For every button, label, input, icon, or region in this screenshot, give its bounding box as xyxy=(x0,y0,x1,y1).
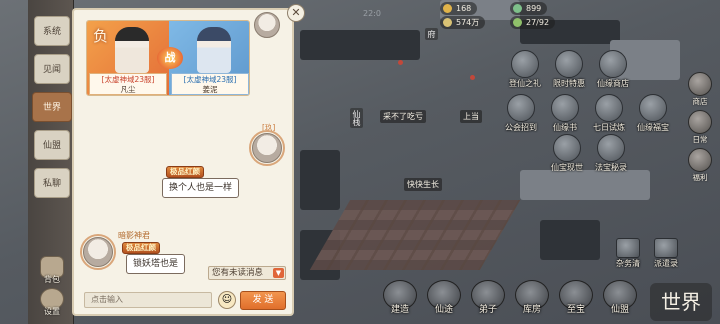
player-left-plate: [太虚神域23服] 凡尘 xyxy=(89,73,167,95)
resource-spirit-stone: 574万 xyxy=(440,16,486,29)
notice-sign[interactable]: 上当 xyxy=(460,110,482,123)
spirit-stone-icon xyxy=(443,18,452,27)
event-button-artifact[interactable]: 仙宝现世 xyxy=(544,134,590,173)
player-right-name: 姜泥 xyxy=(202,85,218,94)
chat-input[interactable]: 点击输入 xyxy=(84,292,212,308)
event-button-treasure[interactable]: 仙缘福宝 xyxy=(630,94,676,133)
shop-icon xyxy=(688,72,712,96)
chat-message-bubble: 换个人也是一样 xyxy=(162,178,240,198)
inn-label[interactable]: 仙栈 xyxy=(350,108,363,128)
scroll-icon xyxy=(597,134,625,162)
nav-treasure[interactable]: 至宝 xyxy=(554,280,598,323)
event-button-guild[interactable]: 公会招到 xyxy=(498,94,544,133)
board-dispatch[interactable]: 派遣录 xyxy=(646,238,686,269)
lantern-icon xyxy=(470,75,475,80)
roof-block xyxy=(540,220,600,260)
nav-alliance[interactable]: 仙盟 xyxy=(598,280,642,323)
population-icon xyxy=(513,18,522,27)
book-icon xyxy=(551,94,579,122)
resource-population: 27/92 xyxy=(510,16,556,29)
player-left-server: [太虚神域23服] xyxy=(101,75,155,84)
guild-icon xyxy=(507,94,535,122)
battle-result: 负 xyxy=(93,27,109,45)
message-username[interactable]: 暗影神君 xyxy=(118,230,150,241)
send-button[interactable]: 发 送 xyxy=(240,291,286,310)
event-button-scroll[interactable]: 法宝秘录 xyxy=(588,134,634,173)
dispatch-icon xyxy=(654,238,678,258)
chevron-down-icon: ▼ xyxy=(273,268,284,278)
side-button-daily[interactable]: 日常 xyxy=(685,110,715,145)
user-title-badge: 极品红颜 xyxy=(122,242,160,254)
welfare-icon xyxy=(688,148,712,172)
artifact-icon xyxy=(553,134,581,162)
chores-icon xyxy=(616,238,640,258)
world-chat-button[interactable]: 世界 xyxy=(650,283,712,321)
sale-icon xyxy=(555,50,583,78)
copper-coin-icon xyxy=(443,4,452,13)
tab-news[interactable]: 见闻 xyxy=(34,54,70,84)
side-button-shop[interactable]: 商店 xyxy=(685,72,715,107)
tab-world[interactable]: 世界 xyxy=(32,92,72,122)
farm-field[interactable] xyxy=(309,200,521,270)
board-chores[interactable]: 杂务清 xyxy=(608,238,648,269)
leek-sign[interactable]: 采不了吃亏 xyxy=(380,110,426,123)
chat-channel-tabs: 系统 见闻 世界 仙盟 私聊 背包 设置 xyxy=(28,0,74,324)
event-button-trial[interactable]: 七日试炼 xyxy=(586,94,632,133)
nav-storehouse[interactable]: 库房 xyxy=(510,280,554,323)
settings-button[interactable]: 设置 xyxy=(34,288,70,317)
lantern-icon xyxy=(398,60,403,65)
event-button-store[interactable]: 仙缘商店 xyxy=(590,50,636,89)
trial-icon xyxy=(595,94,623,122)
resource-jade: 899 xyxy=(510,2,548,15)
unread-messages-dropdown[interactable]: 您有未读消息 ▼ xyxy=(208,266,286,280)
event-button-login-gift[interactable]: 登仙之礼 xyxy=(502,50,548,89)
roof-block xyxy=(520,170,650,200)
tab-system[interactable]: 系统 xyxy=(34,16,70,46)
tab-alliance[interactable]: 仙盟 xyxy=(34,130,70,160)
hut-label: 府 xyxy=(425,28,438,40)
nav-path[interactable]: 仙途 xyxy=(422,280,466,323)
event-button-limited-sale[interactable]: 限时特惠 xyxy=(546,50,592,89)
store-icon xyxy=(599,50,627,78)
chat-panel: 负 战 [太虚神域23服] 凡尘 [太虚神域23服] 姜泥 [玖] 极品红颜 换… xyxy=(72,8,294,316)
player-left-name: 凡尘 xyxy=(120,85,136,94)
daily-icon xyxy=(688,110,712,134)
player-left-portrait xyxy=(115,27,149,73)
side-button-welfare[interactable]: 福利 xyxy=(685,148,715,183)
unread-label: 您有未读消息 xyxy=(212,268,264,278)
battle-vs-badge: 战 xyxy=(157,47,183,69)
player-right-server: [太虚神域23服] xyxy=(183,75,237,84)
player-right-plate: [太虚神域23服] 姜泥 xyxy=(171,73,249,95)
resource-copper: 168 xyxy=(440,2,478,15)
battle-report-card[interactable]: 负 战 [太虚神域23服] 凡尘 [太虚神域23服] 姜泥 xyxy=(86,20,250,96)
gift-icon xyxy=(511,50,539,78)
roof-block xyxy=(300,30,420,60)
avatar[interactable] xyxy=(252,133,282,163)
treasure-icon xyxy=(639,94,667,122)
map-timer: 22:0 xyxy=(363,9,381,18)
avatar[interactable] xyxy=(83,237,113,267)
emoji-icon[interactable]: ☺ xyxy=(218,291,236,309)
bag-button[interactable]: 背包 xyxy=(34,256,70,285)
jade-icon xyxy=(513,4,522,13)
roof-block xyxy=(300,150,340,210)
nav-disciple[interactable]: 弟子 xyxy=(466,280,510,323)
event-button-book[interactable]: 仙缘书 xyxy=(542,94,588,133)
chat-message-bubble: 锁妖塔也是 xyxy=(126,254,186,274)
avatar[interactable] xyxy=(254,12,280,38)
crop-sign[interactable]: 快快生长 xyxy=(404,178,442,191)
nav-build[interactable]: 建造 xyxy=(378,280,422,323)
user-title-badge: 极品红颜 xyxy=(166,166,204,178)
tab-private[interactable]: 私聊 xyxy=(34,168,70,198)
close-icon[interactable]: ✕ xyxy=(287,4,305,22)
player-right-portrait xyxy=(197,27,231,73)
